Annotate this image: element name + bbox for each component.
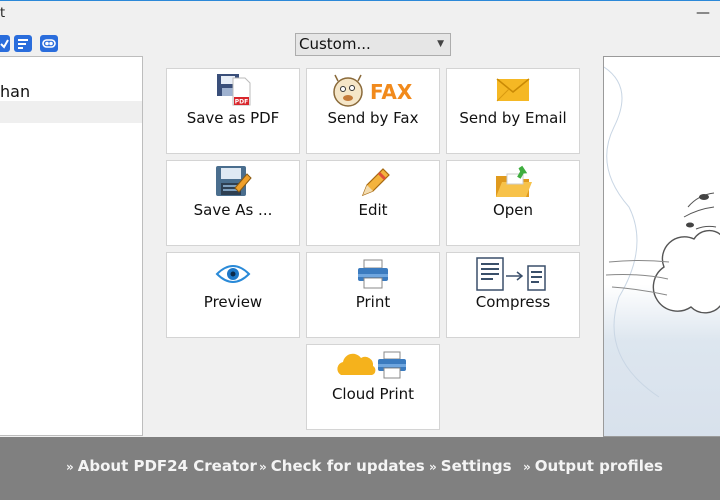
window-top-border — [0, 0, 720, 1]
illustration-panel — [603, 56, 720, 437]
check-icon[interactable] — [0, 35, 10, 52]
send-by-email-label: Send by Email — [459, 109, 567, 127]
chevron-down-icon: ▼ — [437, 39, 444, 49]
print-label: Print — [355, 293, 391, 311]
preview-button[interactable]: Preview — [166, 252, 300, 338]
output-profiles-link[interactable]: » Output profiles — [523, 457, 663, 475]
cloud-print-button[interactable]: Cloud Print — [306, 344, 440, 430]
send-by-fax-button[interactable]: FAX Send by Fax — [306, 68, 440, 154]
window-title: t — [0, 6, 6, 21]
chevron-right-icon: » — [523, 460, 531, 474]
svg-text:FAX: FAX — [370, 80, 413, 104]
preview-label: Preview — [203, 293, 263, 311]
edit-label: Edit — [358, 201, 388, 219]
save-as-label: Save As ... — [193, 201, 273, 219]
folder-open-icon — [447, 165, 579, 199]
compress-label: Compress — [475, 293, 551, 311]
open-label: Open — [492, 201, 534, 219]
cartoon-cloud-illustration — [604, 66, 720, 398]
toggle-icon[interactable] — [40, 35, 58, 52]
profile-select-value: Custom... — [299, 35, 371, 53]
save-as-pdf-label: Save as PDF — [186, 109, 280, 127]
pencil-icon — [307, 165, 439, 199]
bottom-bar: » About PDF24 Creator » Check for updates … — [0, 437, 720, 500]
list-icon[interactable] — [14, 35, 32, 52]
selected-list-item[interactable] — [0, 101, 142, 123]
settings-label: Settings — [440, 457, 512, 475]
list-item[interactable]: han — [0, 82, 30, 101]
fax-icon: FAX — [307, 73, 439, 107]
compress-icon — [447, 257, 579, 291]
chevron-right-icon: » — [429, 460, 437, 474]
edit-button[interactable]: Edit — [306, 160, 440, 246]
cloud-print-icon — [307, 349, 439, 383]
send-by-email-button[interactable]: Send by Email — [446, 68, 580, 154]
chevron-right-icon: » — [259, 460, 267, 474]
chevron-right-icon: » — [66, 460, 74, 474]
open-button[interactable]: Open — [446, 160, 580, 246]
cloud-print-label: Cloud Print — [331, 385, 415, 403]
profile-select[interactable]: Custom... ▼ — [295, 33, 451, 56]
about-link-label: About PDF24 Creator — [77, 457, 257, 475]
save-as-button[interactable]: Save As ... — [166, 160, 300, 246]
pdf-icon: PDF — [167, 73, 299, 107]
eye-icon — [167, 257, 299, 291]
send-by-fax-label: Send by Fax — [327, 109, 419, 127]
envelope-icon — [447, 73, 579, 107]
minimize-button[interactable]: — — [696, 4, 720, 22]
settings-link[interactable]: » Settings — [429, 457, 512, 475]
left-panel[interactable]: han — [0, 56, 143, 436]
about-link[interactable]: » About PDF24 Creator — [66, 457, 257, 475]
printer-icon — [307, 257, 439, 291]
svg-text:PDF: PDF — [235, 99, 248, 106]
check-updates-label: Check for updates — [270, 457, 425, 475]
floppy-disk-icon — [167, 165, 299, 199]
compress-button[interactable]: Compress — [446, 252, 580, 338]
save-as-pdf-button[interactable]: PDF Save as PDF — [166, 68, 300, 154]
check-updates-link[interactable]: » Check for updates — [259, 457, 425, 475]
print-button[interactable]: Print — [306, 252, 440, 338]
output-profiles-label: Output profiles — [534, 457, 663, 475]
